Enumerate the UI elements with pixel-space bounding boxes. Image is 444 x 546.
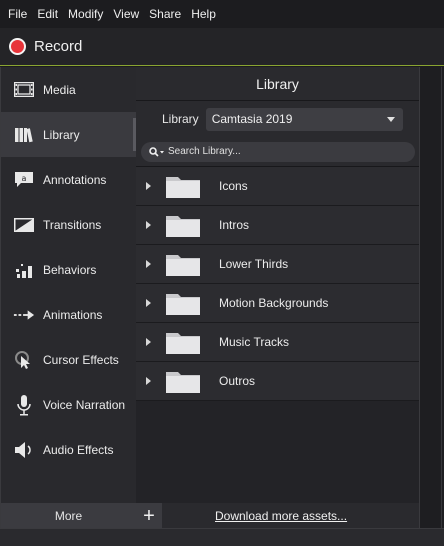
- library-folder-row[interactable]: Icons: [136, 167, 419, 206]
- sidebar: Media Library a Annotations Transitions …: [0, 67, 136, 503]
- folder-name: Lower Thirds: [219, 257, 289, 271]
- chevron-down-icon: [386, 116, 395, 122]
- download-assets-link[interactable]: Download more assets...: [215, 509, 347, 523]
- media-filmstrip-icon: [13, 79, 35, 101]
- sidebar-item-behaviors[interactable]: Behaviors: [1, 247, 136, 292]
- search-input[interactable]: [168, 146, 398, 157]
- sidebar-item-label: Animations: [43, 307, 103, 322]
- sidebar-item-label: Voice Narration: [43, 397, 126, 412]
- expand-arrow-icon[interactable]: [146, 260, 151, 268]
- library-books-icon: [13, 124, 35, 146]
- sidebar-item-label: Transitions: [43, 217, 102, 232]
- folder-icon: [166, 177, 200, 198]
- expand-arrow-icon[interactable]: [146, 377, 151, 385]
- menu-bar: File Edit Modify View Share Help: [0, 0, 444, 28]
- folder-name: Intros: [219, 218, 250, 232]
- library-panel: Library Library Camtasia 2019 Icons Intr…: [136, 67, 419, 503]
- sidebar-item-audio-effects[interactable]: Audio Effects: [1, 427, 136, 472]
- search-box[interactable]: [141, 141, 415, 162]
- panel-title: Library: [136, 67, 419, 101]
- folder-name: Motion Backgrounds: [219, 296, 329, 310]
- sidebar-item-media[interactable]: Media: [1, 67, 136, 112]
- sidebar-item-library[interactable]: Library: [1, 112, 136, 157]
- canvas-edge: [419, 67, 444, 528]
- library-label: Library: [162, 112, 199, 126]
- menu-file[interactable]: File: [3, 0, 32, 28]
- folder-name: Icons: [219, 179, 248, 193]
- speaker-icon: [13, 439, 35, 461]
- status-strip: [0, 528, 444, 546]
- folder-icon: [166, 216, 200, 237]
- library-folder-row[interactable]: Intros: [136, 206, 419, 245]
- microphone-icon: [13, 394, 35, 416]
- sidebar-item-label: Cursor Effects: [43, 352, 119, 367]
- record-dot-icon: [9, 38, 26, 55]
- folder-icon: [166, 294, 200, 315]
- expand-arrow-icon[interactable]: [146, 182, 151, 190]
- sidebar-item-voice-narration[interactable]: Voice Narration: [1, 382, 136, 427]
- sidebar-item-animations[interactable]: Animations: [1, 292, 136, 337]
- expand-arrow-icon[interactable]: [146, 221, 151, 229]
- animation-arrow-icon: [13, 304, 35, 326]
- record-label: Record: [34, 38, 83, 55]
- behaviors-icon: [13, 259, 35, 281]
- expand-arrow-icon[interactable]: [146, 299, 151, 307]
- record-button[interactable]: Record: [0, 38, 82, 55]
- svg-text:a: a: [22, 174, 27, 183]
- sidebar-item-cursor-effects[interactable]: Cursor Effects: [1, 337, 136, 382]
- cursor-effects-icon: [13, 349, 35, 371]
- transition-icon: [13, 214, 35, 236]
- sidebar-item-annotations[interactable]: a Annotations: [1, 157, 136, 202]
- menu-help[interactable]: Help: [186, 0, 221, 28]
- library-selector-row: Library Camtasia 2019: [136, 101, 419, 137]
- folder-icon: [166, 333, 200, 354]
- menu-share[interactable]: Share: [144, 0, 186, 28]
- library-folder-row[interactable]: Music Tracks: [136, 323, 419, 362]
- menu-modify[interactable]: Modify: [63, 0, 108, 28]
- menu-edit[interactable]: Edit: [32, 0, 63, 28]
- sidebar-item-transitions[interactable]: Transitions: [1, 202, 136, 247]
- library-dropdown[interactable]: Camtasia 2019: [205, 107, 403, 131]
- menu-view[interactable]: View: [108, 0, 144, 28]
- library-folder-row[interactable]: Outros: [136, 362, 419, 401]
- folder-name: Outros: [219, 374, 256, 388]
- expand-arrow-icon[interactable]: [146, 338, 151, 346]
- library-dropdown-value: Camtasia 2019: [211, 112, 293, 126]
- library-folder-row[interactable]: Lower Thirds: [136, 245, 419, 284]
- search-row: [136, 137, 419, 167]
- library-folder-row[interactable]: Motion Backgrounds: [136, 284, 419, 323]
- folder-icon: [166, 372, 200, 393]
- folder-name: Music Tracks: [219, 335, 290, 349]
- annotation-callout-icon: a: [13, 169, 35, 191]
- sidebar-item-label: Audio Effects: [43, 442, 114, 457]
- add-plus-icon[interactable]: +: [136, 503, 162, 528]
- record-toolbar: Record: [0, 28, 444, 66]
- sidebar-item-label: Media: [43, 82, 76, 97]
- divider: [441, 67, 442, 528]
- panel-bottom-bar: + Download more assets...: [136, 503, 419, 528]
- sidebar-item-label: Behaviors: [43, 262, 97, 277]
- more-button[interactable]: More: [0, 503, 136, 528]
- sidebar-item-label: Annotations: [43, 172, 107, 187]
- sidebar-item-label: Library: [43, 127, 80, 142]
- search-icon[interactable]: [149, 146, 165, 157]
- folder-icon: [166, 255, 200, 276]
